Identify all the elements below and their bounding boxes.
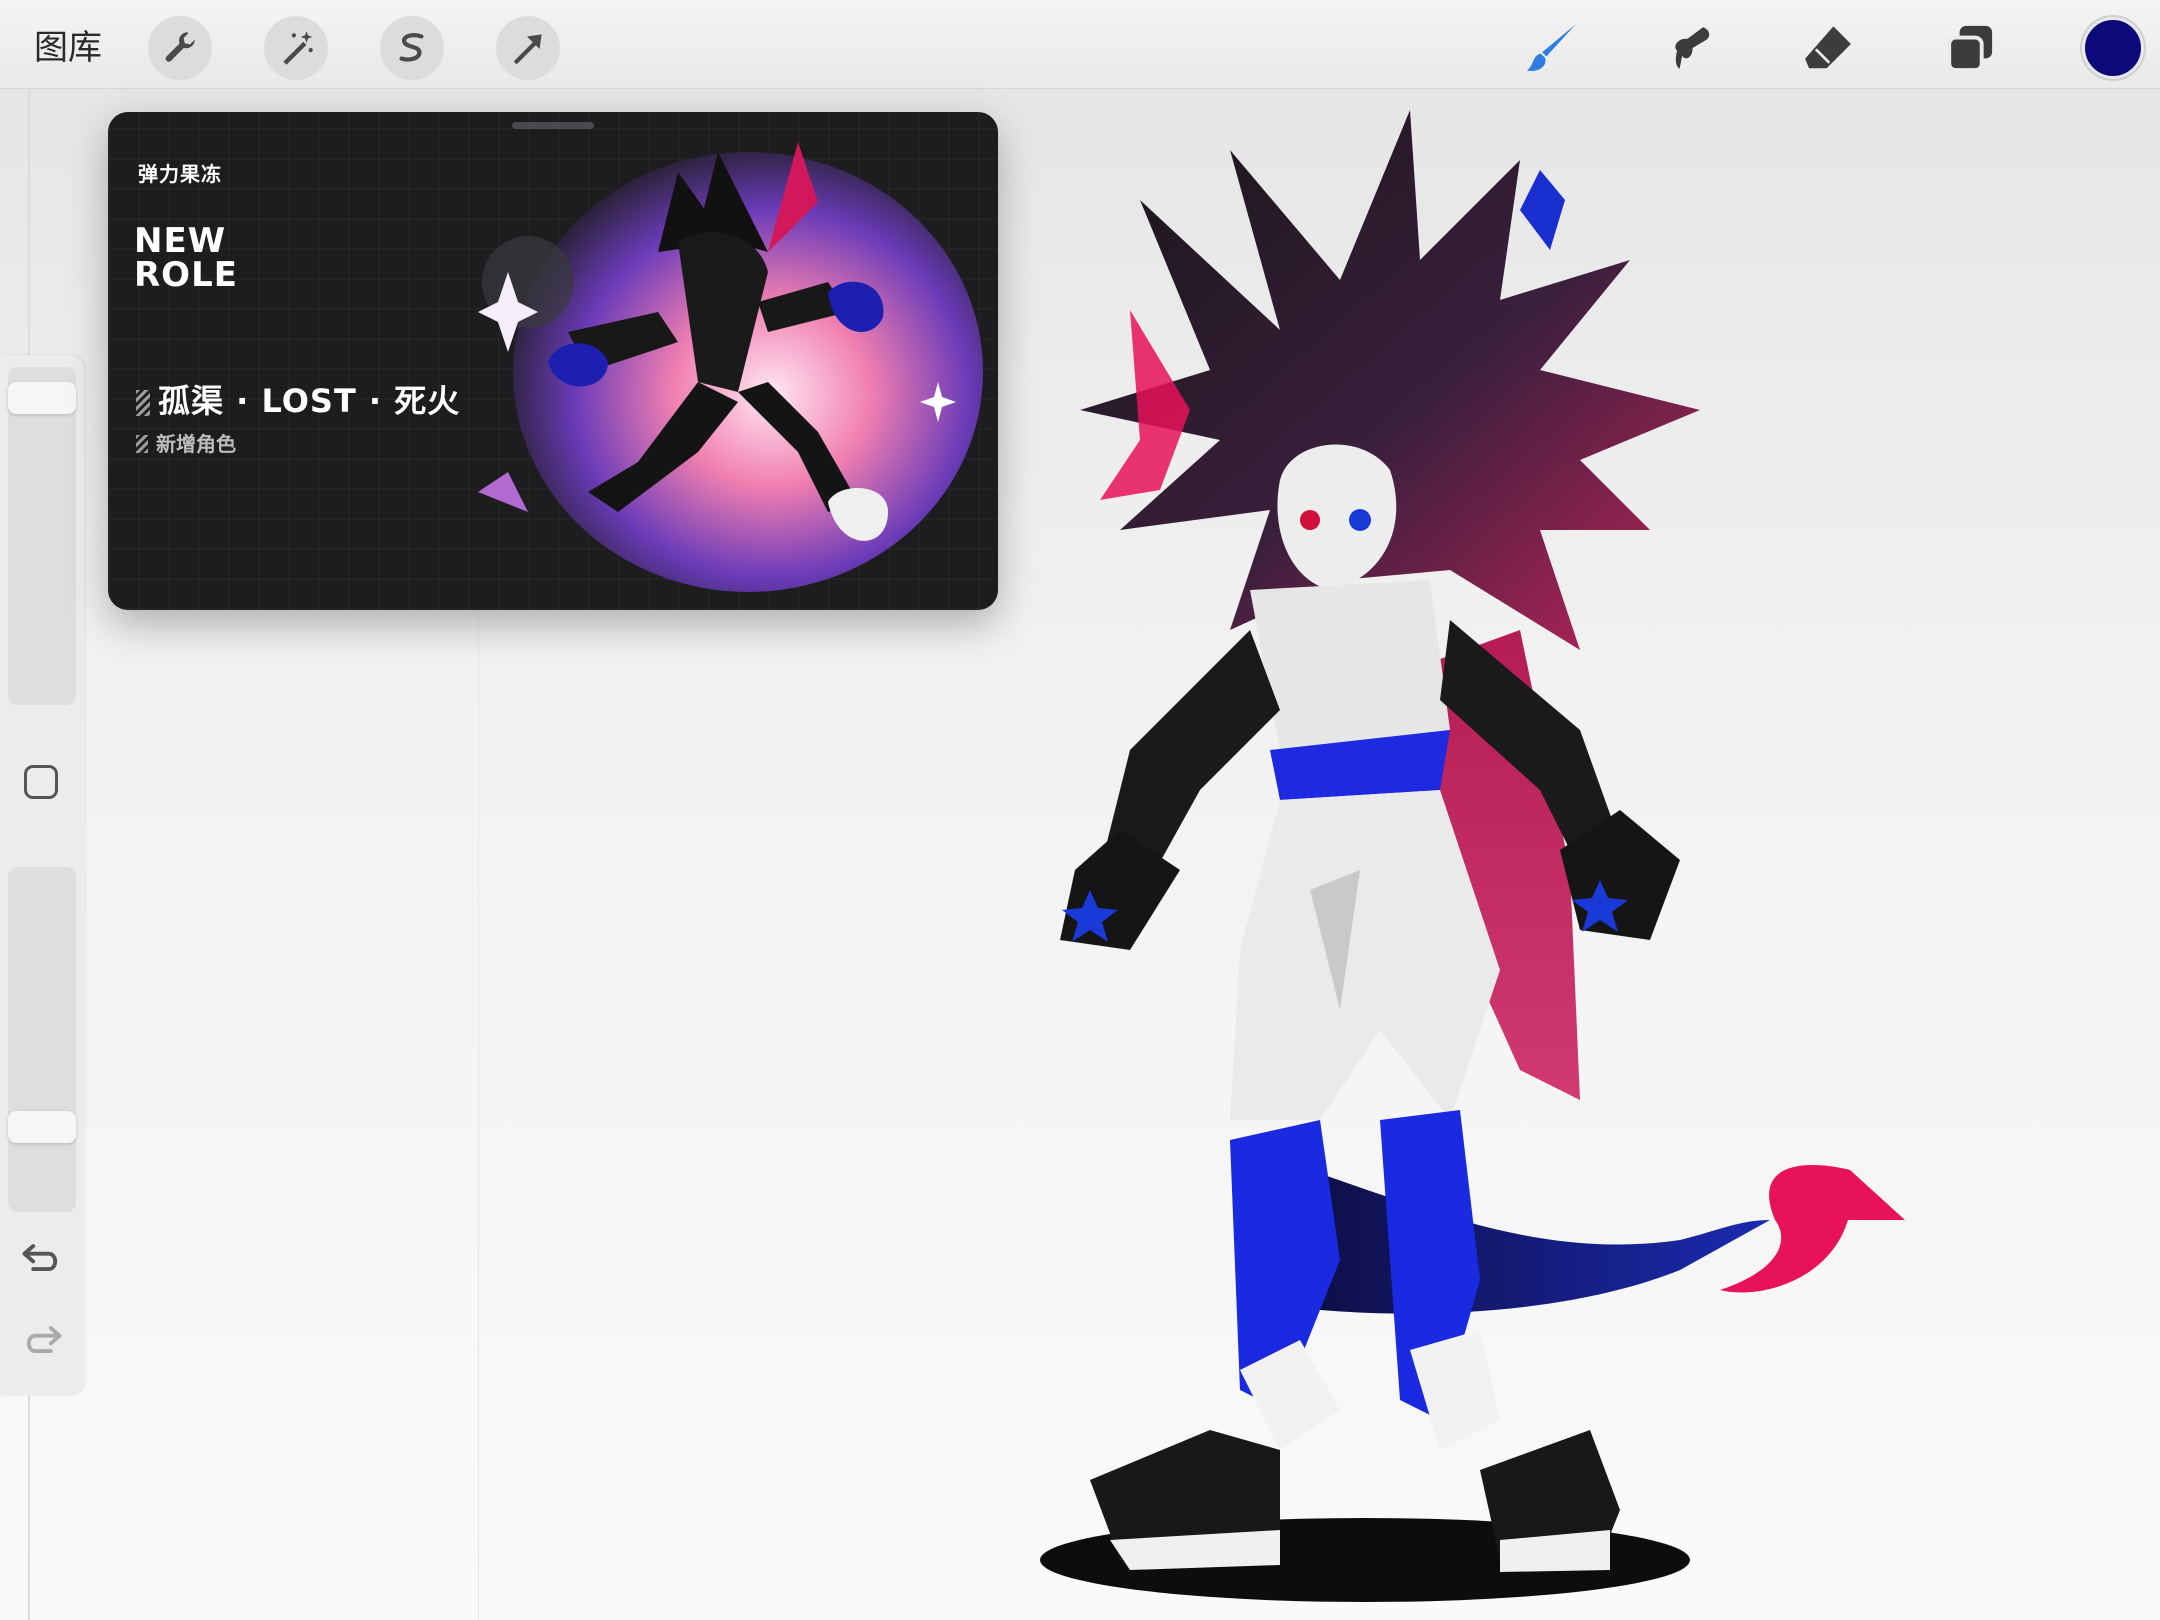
brush-size-slider[interactable]: [8, 367, 76, 705]
square-modifier-icon[interactable]: [24, 765, 58, 799]
color-picker-button[interactable]: [2082, 17, 2144, 79]
transform-button[interactable]: [496, 16, 560, 80]
reference-window-handle[interactable]: [512, 122, 594, 129]
transform-arrow-icon: [514, 34, 542, 64]
left-sidebar: [0, 355, 84, 1395]
selection-button[interactable]: [380, 16, 444, 80]
brush-tool-button[interactable]: [1520, 16, 1584, 80]
brush-icon: [1526, 24, 1576, 72]
gallery-button[interactable]: 图库: [34, 20, 102, 69]
reference-character-illustration: [478, 142, 983, 592]
top-toolbar: 图库: [0, 0, 2160, 89]
layers-icon: [1947, 25, 1993, 73]
new-role-heading: NEW ROLE: [134, 221, 238, 295]
adjustments-button[interactable]: [264, 16, 328, 80]
selection-s-icon: [399, 33, 424, 62]
layers-button[interactable]: [1938, 16, 2002, 80]
canvas-character-artwork[interactable]: [980, 110, 1940, 1610]
opacity-handle[interactable]: [8, 1111, 76, 1144]
eraser-icon: [1805, 26, 1851, 69]
role-name-text: 孤渠 · LOST · 死火: [158, 382, 461, 420]
reference-image-window[interactable]: 弹力果冻 NEW ROLE 孤渠 · LOST · 死火 新增角色: [108, 112, 998, 610]
wrench-icon: [165, 32, 195, 62]
redo-icon[interactable]: [20, 1317, 64, 1361]
smudge-tool-button[interactable]: [1658, 16, 1722, 80]
role-name-title: 孤渠 · LOST · 死火: [136, 376, 460, 422]
smudge-icon: [1675, 27, 1710, 69]
brush-size-handle[interactable]: [8, 382, 76, 415]
stripe-decoration-icon: [136, 435, 148, 453]
actions-wrench-button[interactable]: [148, 16, 212, 80]
opacity-slider[interactable]: [8, 867, 76, 1212]
stripe-decoration-icon: [136, 390, 150, 416]
role-subtitle: 新增角色: [136, 428, 236, 457]
eraser-tool-button[interactable]: [1796, 16, 1860, 80]
undo-icon[interactable]: [20, 1235, 64, 1279]
brand-logo-text: 弹力果冻: [138, 162, 222, 186]
magic-wand-icon: [283, 31, 313, 65]
role-subtitle-text: 新增角色: [156, 432, 236, 456]
